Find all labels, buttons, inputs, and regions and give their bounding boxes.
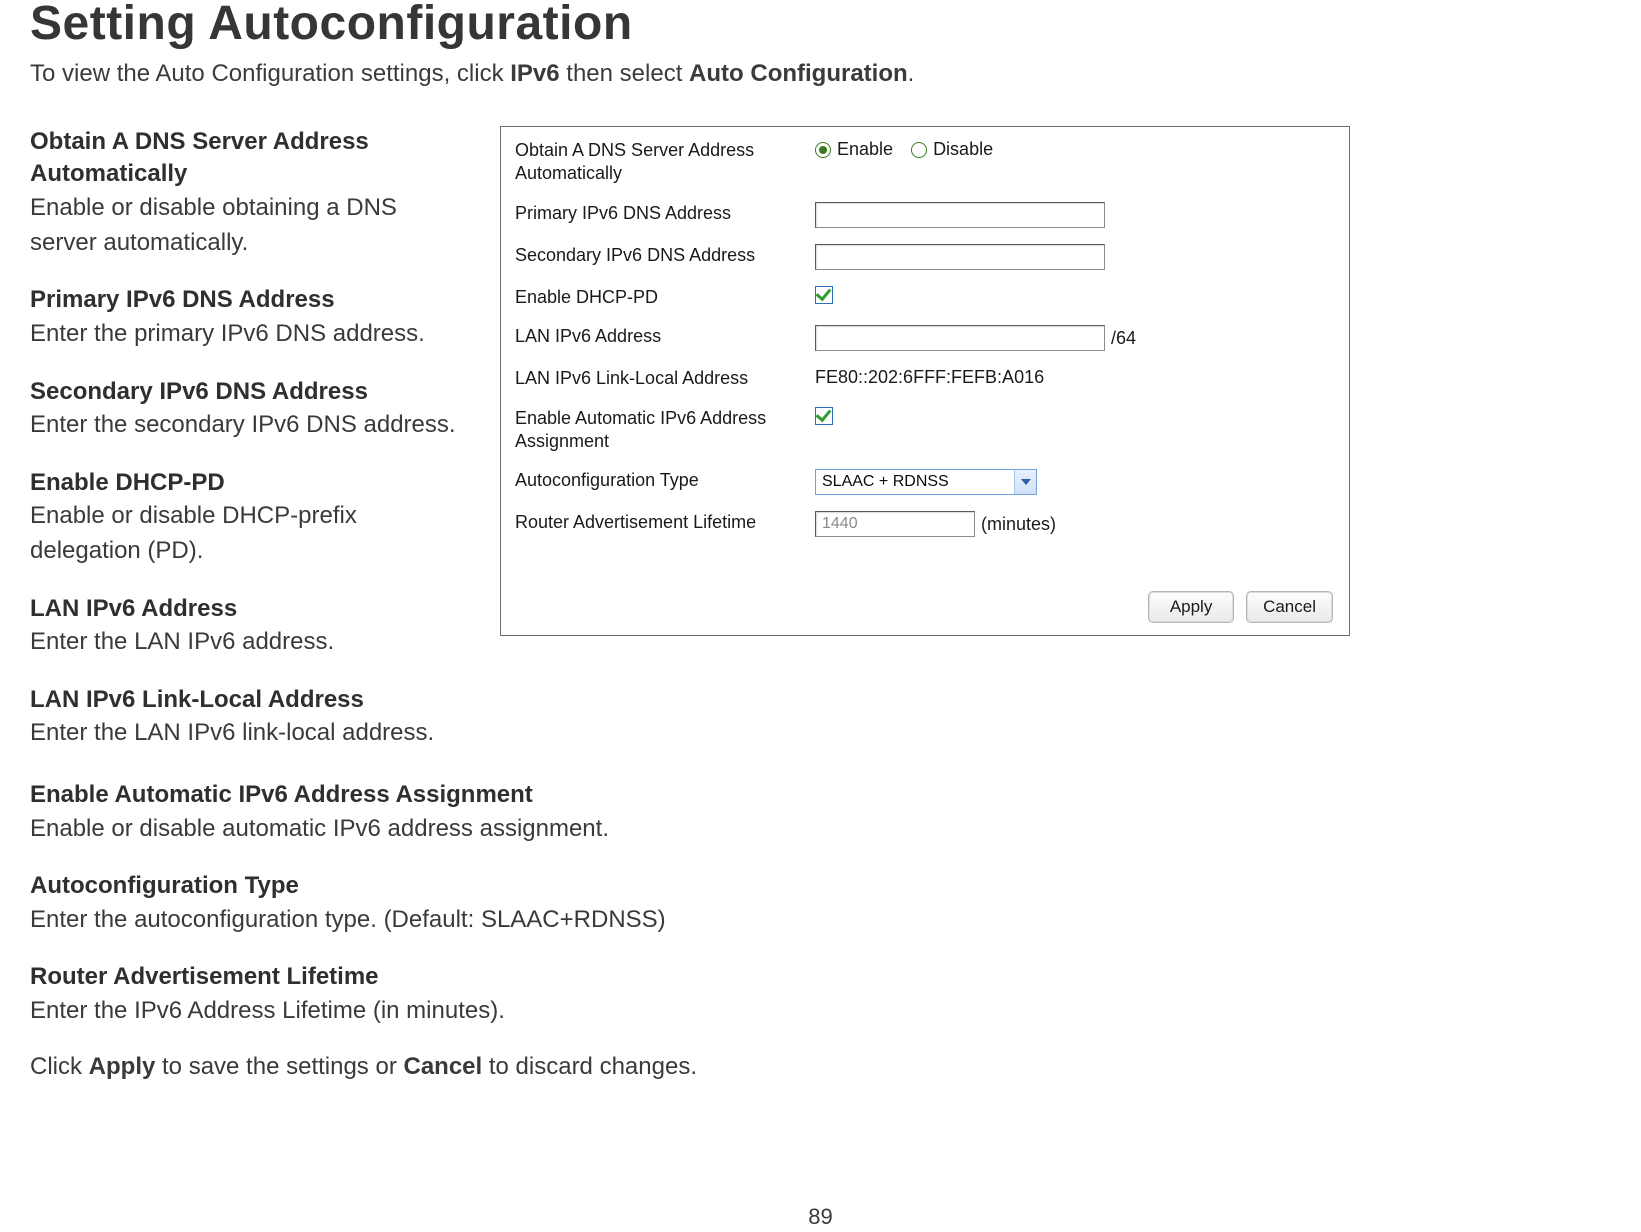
term: LAN IPv6 Address	[30, 593, 470, 625]
desc: Enter the primary IPv6 DNS address.	[30, 317, 470, 352]
intro-suffix: .	[908, 60, 915, 87]
definition-link-local: LAN IPv6 Link-Local Address Enter the LA…	[30, 684, 470, 751]
lan-ipv6-suffix: /64	[1111, 328, 1136, 349]
intro-prefix: To view the Auto Configuration settings,…	[30, 60, 510, 87]
definition-auto-assign: Enable Automatic IPv6 Address Assignment…	[30, 779, 1611, 846]
link-local-value: FE80::202:6FFF:FEFB:A016	[815, 367, 1044, 388]
desc: Enter the autoconfiguration type. (Defau…	[30, 903, 1611, 938]
definition-lan-ipv6: LAN IPv6 Address Enter the LAN IPv6 addr…	[30, 593, 470, 660]
definition-obtain-dns: Obtain A DNS Server Address Automaticall…	[30, 126, 470, 260]
desc: Enter the LAN IPv6 address.	[30, 625, 470, 660]
chevron-down-icon	[1014, 470, 1036, 494]
label-auto-assign: Enable Automatic IPv6 Address Assignment	[515, 407, 815, 454]
radio-enable[interactable]: Enable	[815, 139, 893, 160]
footer-instruction: Click Apply to save the settings or Canc…	[30, 1053, 1611, 1081]
apply-button[interactable]: Apply	[1148, 591, 1234, 623]
autoconfig-type-select[interactable]: SLAAC + RDNSS	[815, 469, 1037, 495]
term: Autoconfiguration Type	[30, 870, 1611, 902]
desc: Enter the LAN IPv6 link-local address.	[30, 716, 470, 751]
auto-assign-checkbox[interactable]	[815, 407, 833, 425]
term: LAN IPv6 Link-Local Address	[30, 684, 470, 716]
cancel-button[interactable]: Cancel	[1246, 591, 1333, 623]
footer-prefix: Click	[30, 1053, 89, 1080]
radio-disable-label: Disable	[933, 139, 993, 160]
ra-lifetime-input[interactable]	[815, 511, 975, 537]
definition-ra-lifetime: Router Advertisement Lifetime Enter the …	[30, 961, 1611, 1028]
term: Enable Automatic IPv6 Address Assignment	[30, 779, 1611, 811]
autoconfig-type-value: SLAAC + RDNSS	[816, 473, 1014, 491]
footer-cancel: Cancel	[403, 1053, 482, 1080]
intro-autoconfig: Auto Configuration	[689, 60, 908, 87]
primary-dns-input[interactable]	[815, 202, 1105, 228]
intro-mid: then select	[560, 60, 689, 87]
secondary-dns-input[interactable]	[815, 244, 1105, 270]
term: Secondary IPv6 DNS Address	[30, 376, 470, 408]
term: Primary IPv6 DNS Address	[30, 284, 470, 316]
page-title: Setting Autoconfiguration	[30, 0, 1611, 48]
lan-ipv6-input[interactable]	[815, 325, 1105, 351]
settings-panel: Obtain A DNS Server Address Automaticall…	[500, 126, 1350, 636]
label-lan-ipv6: LAN IPv6 Address	[515, 325, 815, 348]
footer-mid: to save the settings or	[155, 1053, 403, 1080]
label-dhcp-pd: Enable DHCP-PD	[515, 286, 815, 309]
footer-apply: Apply	[89, 1053, 156, 1080]
footer-suffix: to discard changes.	[482, 1053, 697, 1080]
definition-secondary-dns: Secondary IPv6 DNS Address Enter the sec…	[30, 376, 470, 443]
desc: Enable or disable DHCP-prefix delegation…	[30, 499, 470, 569]
label-link-local: LAN IPv6 Link-Local Address	[515, 367, 815, 390]
label-autoconfig-type: Autoconfiguration Type	[515, 469, 815, 492]
desc: Enable or disable automatic IPv6 address…	[30, 812, 1611, 847]
radio-disable[interactable]: Disable	[911, 139, 993, 160]
page-number: 89	[0, 1204, 1641, 1230]
term: Router Advertisement Lifetime	[30, 961, 1611, 993]
definition-primary-dns: Primary IPv6 DNS Address Enter the prima…	[30, 284, 470, 351]
desc: Enter the IPv6 Address Lifetime (in minu…	[30, 994, 1611, 1029]
radio-dot-icon	[911, 142, 927, 158]
dhcp-pd-checkbox[interactable]	[815, 286, 833, 304]
radio-dot-icon	[815, 142, 831, 158]
label-primary-dns: Primary IPv6 DNS Address	[515, 202, 815, 225]
label-obtain-dns: Obtain A DNS Server Address Automaticall…	[515, 139, 815, 186]
intro-text: To view the Auto Configuration settings,…	[30, 56, 1611, 92]
definition-autoconfig-type: Autoconfiguration Type Enter the autocon…	[30, 870, 1611, 937]
desc: Enable or disable obtaining a DNS server…	[30, 191, 470, 261]
intro-ipv6: IPv6	[510, 60, 559, 87]
label-secondary-dns: Secondary IPv6 DNS Address	[515, 244, 815, 267]
term: Obtain A DNS Server Address Automaticall…	[30, 126, 470, 191]
label-ra-lifetime: Router Advertisement Lifetime	[515, 511, 815, 534]
desc: Enter the secondary IPv6 DNS address.	[30, 408, 470, 443]
ra-lifetime-unit: (minutes)	[981, 514, 1056, 535]
radio-enable-label: Enable	[837, 139, 893, 160]
term: Enable DHCP-PD	[30, 467, 470, 499]
definition-dhcp-pd: Enable DHCP-PD Enable or disable DHCP-pr…	[30, 467, 470, 569]
